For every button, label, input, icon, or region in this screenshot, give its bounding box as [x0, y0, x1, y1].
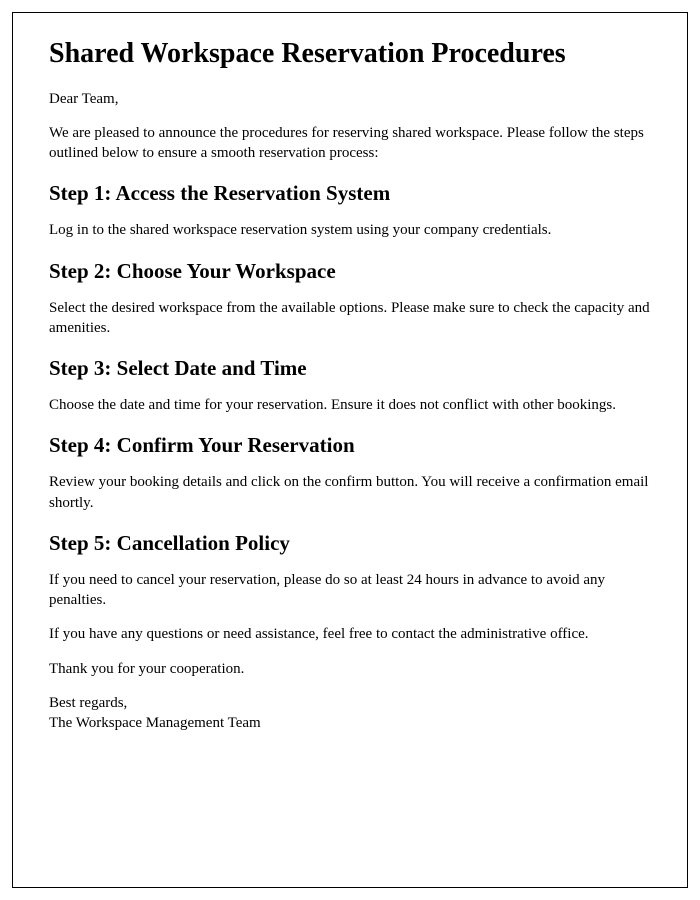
closing-help: If you have any questions or need assist…	[49, 624, 651, 644]
signoff: Best regards, The Workspace Management T…	[49, 693, 651, 734]
step-heading: Step 3: Select Date and Time	[49, 356, 651, 381]
signoff-team: The Workspace Management Team	[49, 715, 261, 731]
step-body: Log in to the shared workspace reservati…	[49, 220, 651, 240]
step-heading: Step 5: Cancellation Policy	[49, 531, 651, 556]
step-body: Review your booking details and click on…	[49, 472, 651, 513]
salutation: Dear Team,	[49, 89, 651, 109]
step-heading: Step 1: Access the Reservation System	[49, 181, 651, 206]
step-heading: Step 2: Choose Your Workspace	[49, 259, 651, 284]
document-title: Shared Workspace Reservation Procedures	[49, 37, 651, 71]
closing-thanks: Thank you for your cooperation.	[49, 659, 651, 679]
step-body: Select the desired workspace from the av…	[49, 298, 651, 339]
step-body: If you need to cancel your reservation, …	[49, 570, 651, 611]
signoff-regards: Best regards,	[49, 695, 127, 711]
step-heading: Step 4: Confirm Your Reservation	[49, 433, 651, 458]
intro-paragraph: We are pleased to announce the procedure…	[49, 123, 651, 164]
step-body: Choose the date and time for your reserv…	[49, 395, 651, 415]
document-container: Shared Workspace Reservation Procedures …	[12, 12, 688, 888]
